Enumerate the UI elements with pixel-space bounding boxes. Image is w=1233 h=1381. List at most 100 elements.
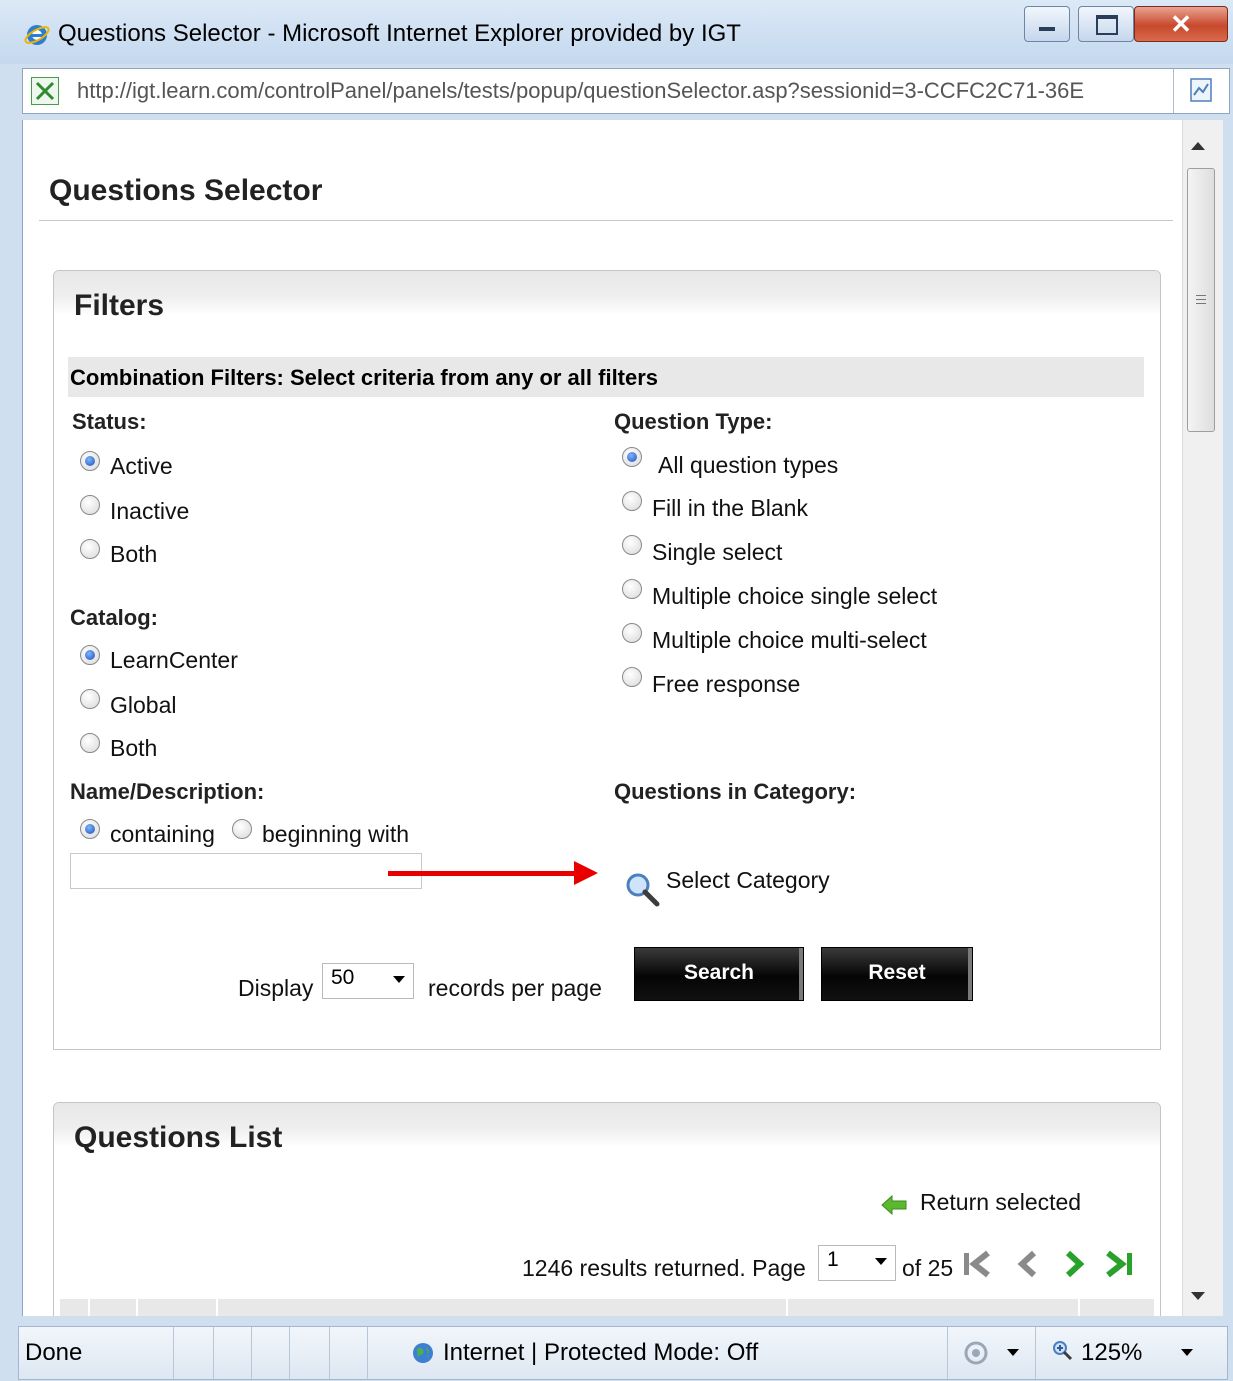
first-page-icon[interactable]: [960, 1249, 994, 1279]
status-active-radio[interactable]: [80, 451, 100, 471]
scroll-thumb[interactable]: [1187, 168, 1215, 432]
catalog-both-radio[interactable]: [80, 733, 100, 753]
status-inactive-radio[interactable]: [80, 495, 100, 515]
site-favicon-icon: [31, 77, 59, 105]
table-column-divider: [88, 1299, 90, 1316]
containing-radio[interactable]: [80, 819, 100, 839]
page-title: Questions Selector: [49, 174, 323, 207]
status-cell: [289, 1327, 330, 1379]
filters-title: Filters: [74, 289, 165, 322]
status-label: Status:: [72, 409, 147, 434]
previous-page-icon[interactable]: [1010, 1249, 1044, 1279]
scroll-up-icon[interactable]: [1191, 142, 1205, 150]
containing-label[interactable]: containing: [110, 821, 215, 848]
status-cell: [173, 1327, 214, 1379]
qtype-mc-multi-label[interactable]: Multiple choice multi-select: [652, 627, 927, 654]
status-bar: Done Internet | Protected Mode: Off 125%: [18, 1326, 1228, 1380]
catalog-learncenter-radio[interactable]: [80, 645, 100, 665]
table-column-divider: [1078, 1299, 1080, 1316]
magnifier-icon[interactable]: [624, 871, 660, 907]
qtype-mc-single-radio[interactable]: [622, 579, 642, 599]
zoom-cell[interactable]: 125%: [1035, 1327, 1211, 1379]
red-arrow-head: [574, 861, 598, 885]
qtype-fill-blank-label[interactable]: Fill in the Blank: [652, 495, 808, 522]
status-active-label[interactable]: Active: [110, 453, 173, 480]
search-button[interactable]: Search: [634, 947, 804, 1001]
security-cell[interactable]: [947, 1327, 1036, 1379]
qtype-free-response-label[interactable]: Free response: [652, 671, 800, 698]
globe-icon: [413, 1343, 433, 1363]
records-per-page-select[interactable]: 50: [322, 963, 414, 999]
qtype-mc-single-label[interactable]: Multiple choice single select: [652, 583, 937, 610]
page-number-value: 1: [827, 1248, 839, 1271]
display-label: Display: [238, 975, 314, 1001]
combination-filters-label: Combination Filters: Select criteria fro…: [70, 365, 659, 390]
minimize-button[interactable]: [1024, 6, 1070, 42]
zoom-icon: [1053, 1341, 1073, 1361]
records-per-page-value: 50: [331, 966, 355, 989]
questions-list-panel: Questions List Return selected 1246 resu…: [53, 1102, 1161, 1316]
qtype-mc-multi-radio[interactable]: [622, 623, 642, 643]
page-number-select[interactable]: 1: [818, 1245, 896, 1281]
scroll-down-icon[interactable]: [1191, 1292, 1205, 1300]
reset-button[interactable]: Reset: [821, 947, 973, 1001]
zone-cell: Internet | Protected Mode: Off: [367, 1327, 948, 1379]
select-category-link[interactable]: Select Category: [666, 867, 830, 894]
catalog-global-label[interactable]: Global: [110, 692, 176, 719]
status-text: Done: [25, 1339, 83, 1366]
status-cell: [251, 1327, 290, 1379]
qtype-single-select-label[interactable]: Single select: [652, 539, 782, 566]
questions-in-category-label: Questions in Category:: [614, 779, 857, 804]
security-settings-icon[interactable]: [961, 1339, 991, 1367]
combination-filters-bar: Combination Filters: Select criteria fro…: [68, 357, 1144, 397]
vertical-scrollbar[interactable]: [1182, 120, 1223, 1316]
grip-line: [1196, 299, 1206, 300]
qtype-all-radio[interactable]: [622, 447, 642, 467]
chevron-down-icon: [393, 976, 405, 983]
qtype-all-label[interactable]: All question types: [658, 452, 838, 479]
catalog-global-radio[interactable]: [80, 689, 100, 709]
catalog-learncenter-label[interactable]: LearnCenter: [110, 647, 238, 674]
records-per-page-label: records per page: [428, 975, 602, 1001]
url-text[interactable]: http://igt.learn.com/controlPanel/panels…: [77, 78, 1167, 104]
filters-panel: Filters Combination Filters: Select crit…: [53, 270, 1161, 1050]
next-page-icon[interactable]: [1058, 1249, 1092, 1279]
question-type-label: Question Type:: [614, 409, 773, 434]
qtype-single-select-radio[interactable]: [622, 535, 642, 555]
close-button[interactable]: ✕: [1134, 6, 1228, 42]
compatibility-view-icon[interactable]: [1189, 77, 1213, 103]
catalog-both-label[interactable]: Both: [110, 735, 157, 762]
status-cell: [213, 1327, 252, 1379]
title-bar: Questions Selector - Microsoft Internet …: [0, 0, 1233, 64]
beginning-with-radio[interactable]: [232, 819, 252, 839]
qtype-free-response-radio[interactable]: [622, 667, 642, 687]
status-both-label[interactable]: Both: [110, 541, 157, 568]
browser-window: Questions Selector - Microsoft Internet …: [0, 0, 1233, 1381]
grip-line: [1196, 303, 1206, 304]
internet-explorer-icon: [24, 25, 50, 45]
questions-list-header: Questions List: [54, 1103, 1160, 1154]
last-page-icon[interactable]: [1102, 1249, 1136, 1279]
maximize-button[interactable]: [1078, 6, 1134, 42]
address-divider: [1173, 69, 1174, 113]
status-cell: Done: [19, 1327, 174, 1379]
status-inactive-label[interactable]: Inactive: [110, 498, 189, 525]
beginning-with-label[interactable]: beginning with: [262, 821, 409, 848]
red-arrow-annotation: [388, 871, 578, 876]
chevron-down-icon: [875, 1258, 887, 1265]
chevron-down-icon[interactable]: [1181, 1349, 1193, 1356]
chevron-down-icon[interactable]: [1007, 1349, 1019, 1356]
status-both-radio[interactable]: [80, 539, 100, 559]
window-title: Questions Selector - Microsoft Internet …: [58, 20, 741, 47]
questions-list-title: Questions List: [74, 1121, 283, 1154]
return-selected-link[interactable]: Return selected: [920, 1189, 1081, 1216]
catalog-label: Catalog:: [70, 605, 158, 630]
name-description-input[interactable]: [70, 853, 422, 889]
qtype-fill-blank-radio[interactable]: [622, 491, 642, 511]
zone-text: Internet | Protected Mode: Off: [443, 1339, 759, 1366]
table-column-divider: [786, 1299, 788, 1316]
address-bar[interactable]: http://igt.learn.com/controlPanel/panels…: [22, 68, 1230, 114]
zoom-level: 125%: [1081, 1339, 1143, 1366]
filters-panel-header: Filters: [54, 271, 1160, 322]
return-arrow-icon[interactable]: [880, 1193, 908, 1217]
